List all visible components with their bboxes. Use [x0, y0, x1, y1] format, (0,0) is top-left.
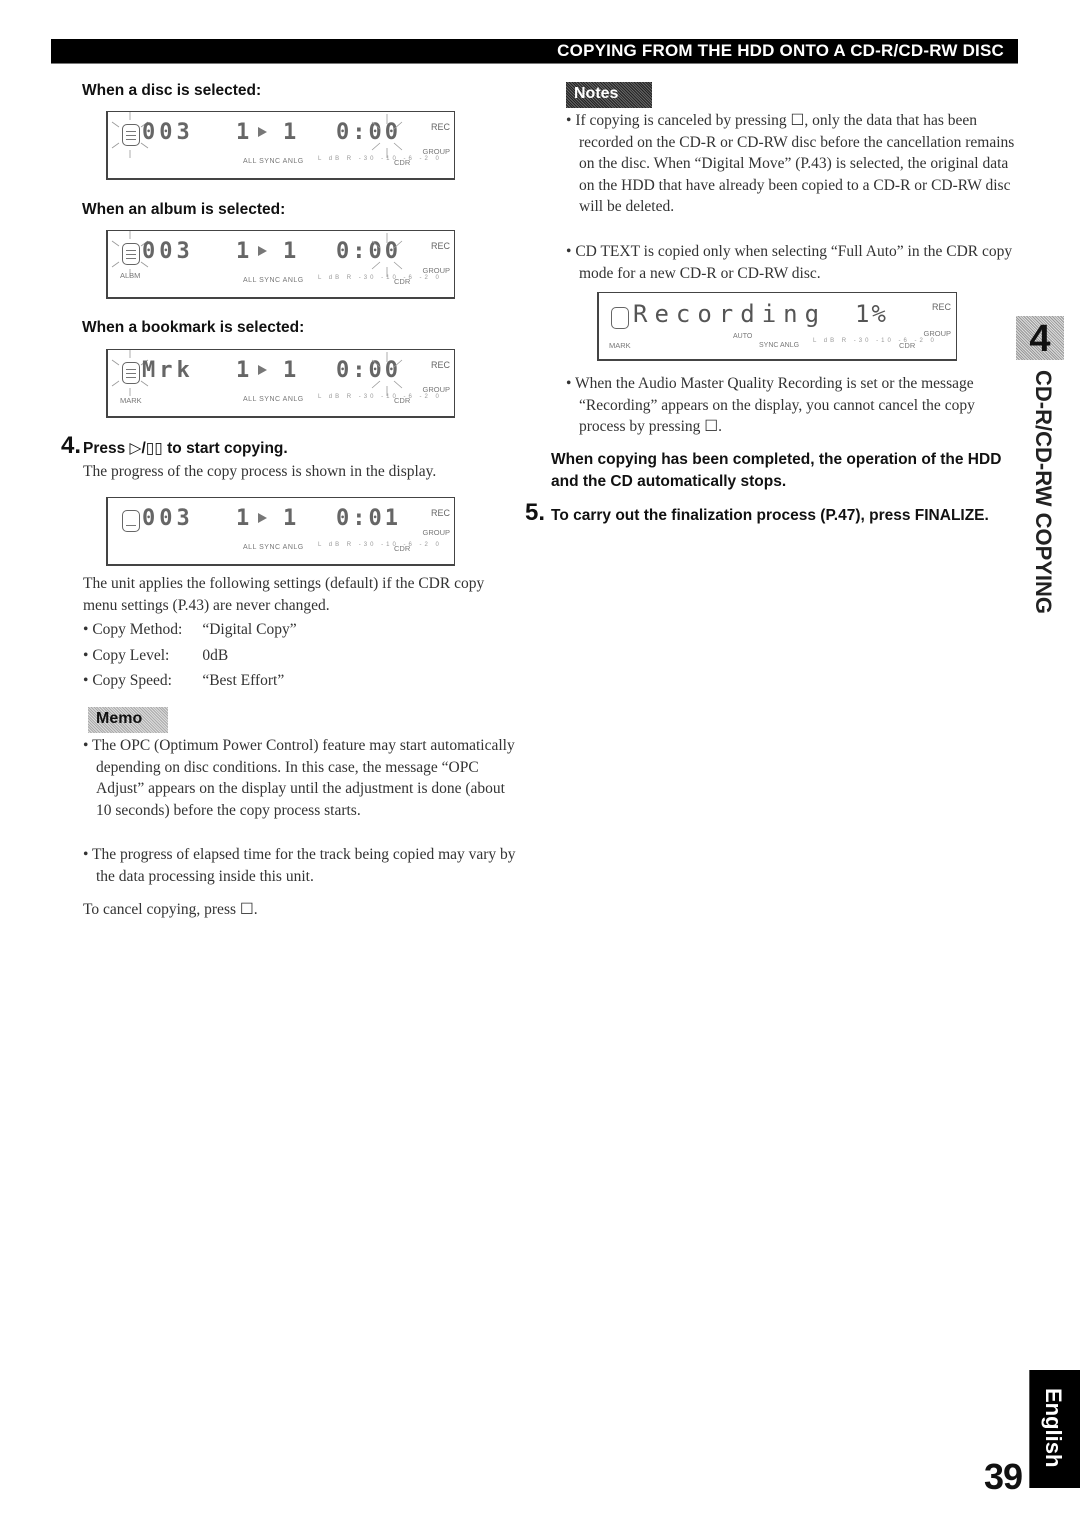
lcd-recording-text: Recording [633, 300, 827, 328]
language-label: English [1041, 1388, 1066, 1468]
disc-icon [611, 307, 629, 329]
play-icon [258, 513, 267, 523]
lcd-main-text: 003 [142, 506, 194, 531]
lcd-mark-label: MARK [120, 396, 142, 405]
rec-blink-icon [371, 114, 403, 158]
lcd-rec-indicator: REC [430, 508, 450, 518]
step-5-instruction: To carry out the finalization process (P… [551, 507, 989, 524]
lcd-track-number: 1 [283, 120, 297, 145]
lcd-group-indicator: GROUP [422, 266, 450, 275]
lcd-level-scale: L dB R -30 -10 -6 -2 0 [318, 156, 442, 162]
lcd-time: 0:01 [336, 506, 401, 531]
lcd-level-scale: L dB R -30 -10 -6 -2 0 [318, 542, 442, 548]
step-4-description: The progress of the copy process is show… [83, 463, 437, 480]
language-tab: English [1029, 1370, 1080, 1488]
lcd-main-text: Mrk [142, 358, 194, 383]
section-header-bar: COPYING FROM THE HDD ONTO A CD-R/CD-RW D… [51, 39, 1018, 64]
lcd-album-label: ALBM [120, 271, 141, 280]
disc-icon [122, 243, 140, 265]
lcd-meter-labels: ALL SYNC ANLG [243, 158, 304, 165]
section-title: COPYING FROM THE HDD ONTO A CD-R/CD-RW D… [557, 41, 1004, 60]
disc-icon [122, 124, 140, 146]
lcd-level-scale: L dB R -30 -10 -6 -2 0 [318, 394, 442, 400]
setting-label: Copy Level: [92, 647, 170, 664]
play-icon [258, 365, 267, 375]
lcd-track: 1 [236, 358, 252, 383]
lcd-cdr-indicator: CDR [394, 158, 411, 167]
page-number: 39 [984, 1456, 1023, 1497]
lcd-track: 1 [236, 239, 252, 264]
lcd-track-number: 1 [283, 358, 297, 383]
album-selected-heading: When an album is selected: [82, 201, 286, 218]
notes-badge: Notes [566, 82, 652, 108]
lcd-display-recording: Recording 1% REC GROUP MARK AUTO SYNC AN… [597, 292, 957, 361]
lcd-track-number: 1 [283, 506, 297, 531]
bookmark-selected-heading: When a bookmark is selected: [82, 319, 305, 336]
setting-label: Copy Method: [92, 621, 183, 638]
lcd-main-text: 003 [142, 120, 194, 145]
lcd-display-album: 003 1 1 0:00 ALBM REC GROUP ALL SYNC ANL… [106, 230, 455, 299]
recording-note: When the Audio Master Quality Recording … [566, 373, 1019, 438]
lcd-meter-labels: ALL SYNC ANLG [243, 544, 304, 551]
lcd-mark-label: MARK [609, 341, 631, 350]
lcd-rec-indicator: REC [430, 360, 450, 370]
disc-icon [122, 362, 140, 384]
default-setting-level: • Copy Level: 0dB [83, 645, 228, 667]
memo-badge: Memo [88, 707, 168, 733]
disc-icon [122, 510, 140, 532]
note-item: CD TEXT is copied only when selecting “F… [566, 241, 1019, 284]
lcd-track-number: 1 [283, 239, 297, 264]
lcd-meter-labels: SYNC ANLG [759, 342, 800, 349]
setting-value: “Digital Copy” [202, 621, 297, 638]
lcd-meter-labels: ALL SYNC ANLG [243, 396, 304, 403]
setting-value: “Best Effort” [202, 672, 285, 689]
default-setting-speed: • Copy Speed: “Best Effort” [83, 670, 284, 692]
step-4-number: 4. [61, 432, 82, 459]
step-5-number: 5. [525, 499, 546, 526]
lcd-rec-indicator: REC [430, 241, 450, 251]
lcd-track: 1 [236, 506, 252, 531]
lcd-auto-label: AUTO [733, 333, 753, 340]
note-item: If copying is canceled by pressing ☐, on… [566, 110, 1019, 218]
lcd-level-scale: L dB R -30 -10 -6 -2 0 [318, 275, 442, 281]
lcd-rec-indicator: REC [430, 122, 450, 132]
setting-value: 0dB [202, 647, 229, 664]
lcd-track: 1 [236, 120, 252, 145]
play-icon [258, 246, 267, 256]
cancel-instruction: To cancel copying, press ☐. [83, 901, 258, 918]
defaults-intro: The unit applies the following settings … [83, 575, 485, 614]
step-4-instruction: Press ▷/▯▯ to start copying. [83, 440, 288, 457]
memo-item: The progress of elapsed time for the tra… [83, 844, 516, 887]
lcd-display-disc: 003 1 1 0:00 REC GROUP ALL SYNC ANLG L d… [106, 111, 455, 180]
play-icon [258, 127, 267, 137]
lcd-display-bookmark: Mrk 1 1 0:00 MARK REC GROUP ALL SYNC ANL… [106, 349, 455, 418]
rec-blink-icon [371, 352, 403, 396]
setting-label: Copy Speed: [92, 672, 172, 689]
chapter-tab: 4 [1016, 316, 1064, 360]
lcd-display-copying: 003 1 1 0:01 REC GROUP ALL SYNC ANLG L d… [106, 497, 455, 566]
lcd-progress-percent: 1% [855, 300, 888, 328]
lcd-cdr-indicator: CDR [394, 277, 411, 286]
default-setting-method: • Copy Method: “Digital Copy” [83, 619, 297, 641]
chapter-label-vertical: CD-R/CD-RW COPYING [1028, 370, 1058, 630]
lcd-rec-indicator: REC [931, 302, 951, 312]
lcd-cdr-indicator: CDR [394, 544, 411, 553]
chapter-label: CD-R/CD-RW COPYING [1031, 370, 1056, 615]
lcd-group-indicator: GROUP [422, 147, 450, 156]
lcd-group-indicator: GROUP [923, 329, 951, 338]
lcd-group-indicator: GROUP [422, 528, 450, 537]
completion-text: When copying has been completed, the ope… [551, 451, 1002, 490]
lcd-main-text: 003 [142, 239, 194, 264]
lcd-level-scale: L dB R -30 -10 -6 -2 0 [813, 338, 937, 344]
lcd-cdr-indicator: CDR [394, 396, 411, 405]
rec-blink-icon [371, 233, 403, 277]
disc-selected-heading: When a disc is selected: [82, 82, 262, 99]
lcd-group-indicator: GROUP [422, 385, 450, 394]
lcd-cdr-indicator: CDR [899, 341, 916, 350]
chapter-number: 4 [1029, 318, 1051, 360]
memo-item: The OPC (Optimum Power Control) feature … [83, 735, 516, 821]
lcd-meter-labels: ALL SYNC ANLG [243, 277, 304, 284]
